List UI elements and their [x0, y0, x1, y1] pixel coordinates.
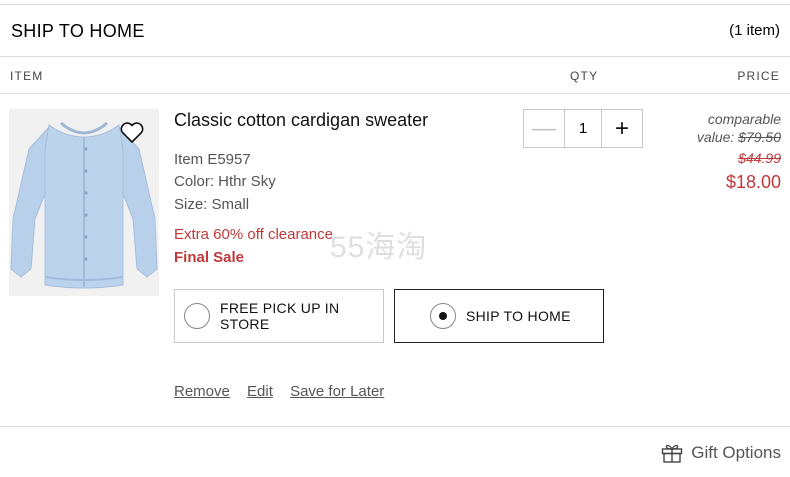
column-header-qty: QTY [570, 69, 599, 83]
quantity-value[interactable]: 1 [565, 110, 601, 147]
minus-icon[interactable]: — [524, 110, 565, 147]
column-header-price: PRICE [737, 69, 780, 83]
ship-to-home-header: SHIP TO HOME (1 item) [0, 5, 790, 57]
product-name[interactable]: Classic cotton cardigan sweater [174, 110, 428, 131]
promo-message: Extra 60% off clearance [174, 226, 333, 243]
column-headers: ITEM QTY PRICE [0, 58, 790, 94]
product-color: Color: Hthr Sky [174, 173, 276, 190]
ship-to-home-option-label: SHIP TO HOME [466, 308, 571, 324]
comparable-value-label: value: [696, 129, 735, 145]
ship-to-home-option[interactable]: SHIP TO HOME [394, 289, 604, 343]
ship-to-home-radio[interactable] [430, 303, 456, 329]
final-sale-badge: Final Sale [174, 249, 245, 266]
pickup-in-store-option[interactable]: FREE PICK UP IN STORE [174, 289, 384, 343]
column-header-item: ITEM [10, 69, 44, 83]
quantity-stepper: — 1 + [523, 109, 643, 148]
pickup-radio[interactable] [184, 303, 210, 329]
gift-icon [662, 444, 683, 463]
item-actions: Remove Edit Save for Later [174, 383, 397, 400]
heart-icon[interactable] [119, 121, 145, 145]
sale-price: $18.00 [725, 172, 781, 192]
edit-link[interactable]: Edit [247, 383, 273, 400]
save-for-later-link[interactable]: Save for Later [290, 383, 384, 400]
plus-icon[interactable]: + [601, 110, 642, 147]
original-price: $44.99 [738, 150, 781, 166]
section-title: SHIP TO HOME [11, 21, 145, 41]
product-size: Size: Small [174, 196, 250, 213]
gift-options-label: Gift Options [691, 443, 781, 462]
comparable-value: value: $79.50 [697, 128, 781, 147]
bottom-divider [0, 426, 790, 427]
item-count: (1 item) [729, 22, 780, 39]
comparable-value-amount: $79.50 [738, 129, 781, 145]
watermark: 55海淘 [330, 231, 428, 264]
remove-link[interactable]: Remove [174, 383, 230, 400]
gift-options-button[interactable]: Gift Options [661, 443, 781, 463]
price-column: comparable value: $79.50 $44.99 $18.00 [697, 110, 781, 194]
comparable-label: comparable [707, 111, 781, 127]
pickup-option-label: FREE PICK UP IN STORE [220, 300, 340, 332]
product-item-number: Item E5957 [174, 151, 251, 168]
